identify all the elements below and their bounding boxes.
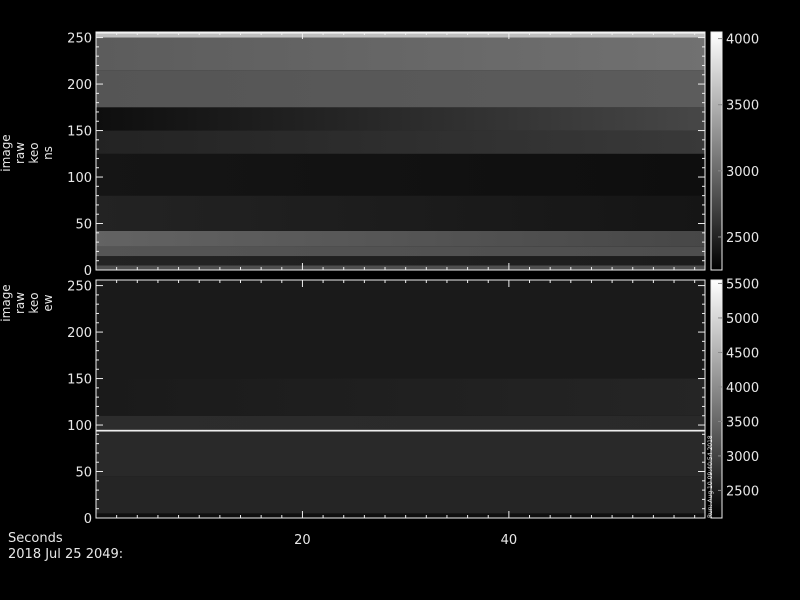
y-tick-label: 200 <box>67 326 92 341</box>
colorbar-tick-label: 5500 <box>726 277 759 292</box>
y-axis-label-word: image <box>0 134 13 171</box>
y-tick-label: 150 <box>67 373 92 388</box>
y-tick-label: 150 <box>67 125 92 140</box>
intensity-band <box>96 130 705 154</box>
intensity-band <box>96 246 705 257</box>
intensity-band <box>96 513 705 518</box>
y-tick-label: 0 <box>84 264 92 279</box>
colorbar-tick-label: 3000 <box>726 165 759 180</box>
intensity-band <box>96 265 705 270</box>
keogram-figure: 050100150200250image raw keo ns250030003500… <box>0 31 759 548</box>
intensity-band <box>96 230 705 247</box>
colorbar-tick-label: 3500 <box>726 99 759 114</box>
colorbar-tick-label: 4500 <box>726 346 759 361</box>
intensity-band <box>96 378 705 416</box>
colorbar-tick-label: 2500 <box>726 231 759 246</box>
intensity-band <box>96 153 705 196</box>
intensity-band <box>96 70 705 108</box>
intensity-band <box>96 107 705 131</box>
y-tick-label: 0 <box>84 512 92 527</box>
y-axis-label-word: raw <box>13 292 27 314</box>
y-tick-label: 100 <box>67 419 92 434</box>
colorbar-tick-label: 3500 <box>726 415 759 430</box>
y-tick-label: 100 <box>67 171 92 186</box>
x-tick-label: 40 <box>501 533 518 548</box>
intensity-band <box>96 476 705 514</box>
y-axis-label-word: keo <box>27 292 41 313</box>
colorbar-tick-label: 5000 <box>726 312 759 327</box>
intensity-band <box>96 195 705 231</box>
y-axis-label-word: ew <box>41 294 55 311</box>
x-tick-label: 20 <box>294 533 311 548</box>
y-tick-label: 250 <box>67 280 92 295</box>
colorbar <box>710 31 723 271</box>
ns-keogram-panel: 0 50 100 150 200 250 image raw keo ns 2500 3000 3500… <box>0 31 759 279</box>
y-axis-label-word: raw <box>13 142 27 164</box>
intensity-band <box>96 280 705 379</box>
y-axis-label-word: image <box>0 284 13 321</box>
y-tick-label: 250 <box>67 32 92 47</box>
intensity-band <box>96 431 705 477</box>
intensity-band <box>96 415 705 430</box>
date-label: 2018 Jul 25 2049: <box>8 547 124 562</box>
colorbar-tick-label: 3000 <box>726 450 759 465</box>
intensity-band <box>96 256 705 266</box>
intensity-band <box>96 37 705 71</box>
y-axis-label-word: ns <box>41 146 55 160</box>
colorbar-tick-label: 4000 <box>726 381 759 396</box>
intensity-band <box>96 33 705 38</box>
y-tick-label: 200 <box>67 78 92 93</box>
colorbar-tick-label: 2500 <box>726 484 759 499</box>
x-axis-label: Seconds <box>8 531 63 546</box>
colorbar-tick-label: 4000 <box>726 33 759 48</box>
y-tick-label: 50 <box>75 466 92 481</box>
ew-keogram-panel: 0 50 100 150 200 250 20 40 image raw keo ew 2500 3000… <box>0 277 759 548</box>
y-axis-label-word: keo <box>27 142 41 163</box>
y-tick-label: 50 <box>75 218 92 233</box>
intensity-band <box>96 429 705 432</box>
run-timestamp-note: Run: Aug 10 09:40:54 2018 <box>707 435 714 518</box>
